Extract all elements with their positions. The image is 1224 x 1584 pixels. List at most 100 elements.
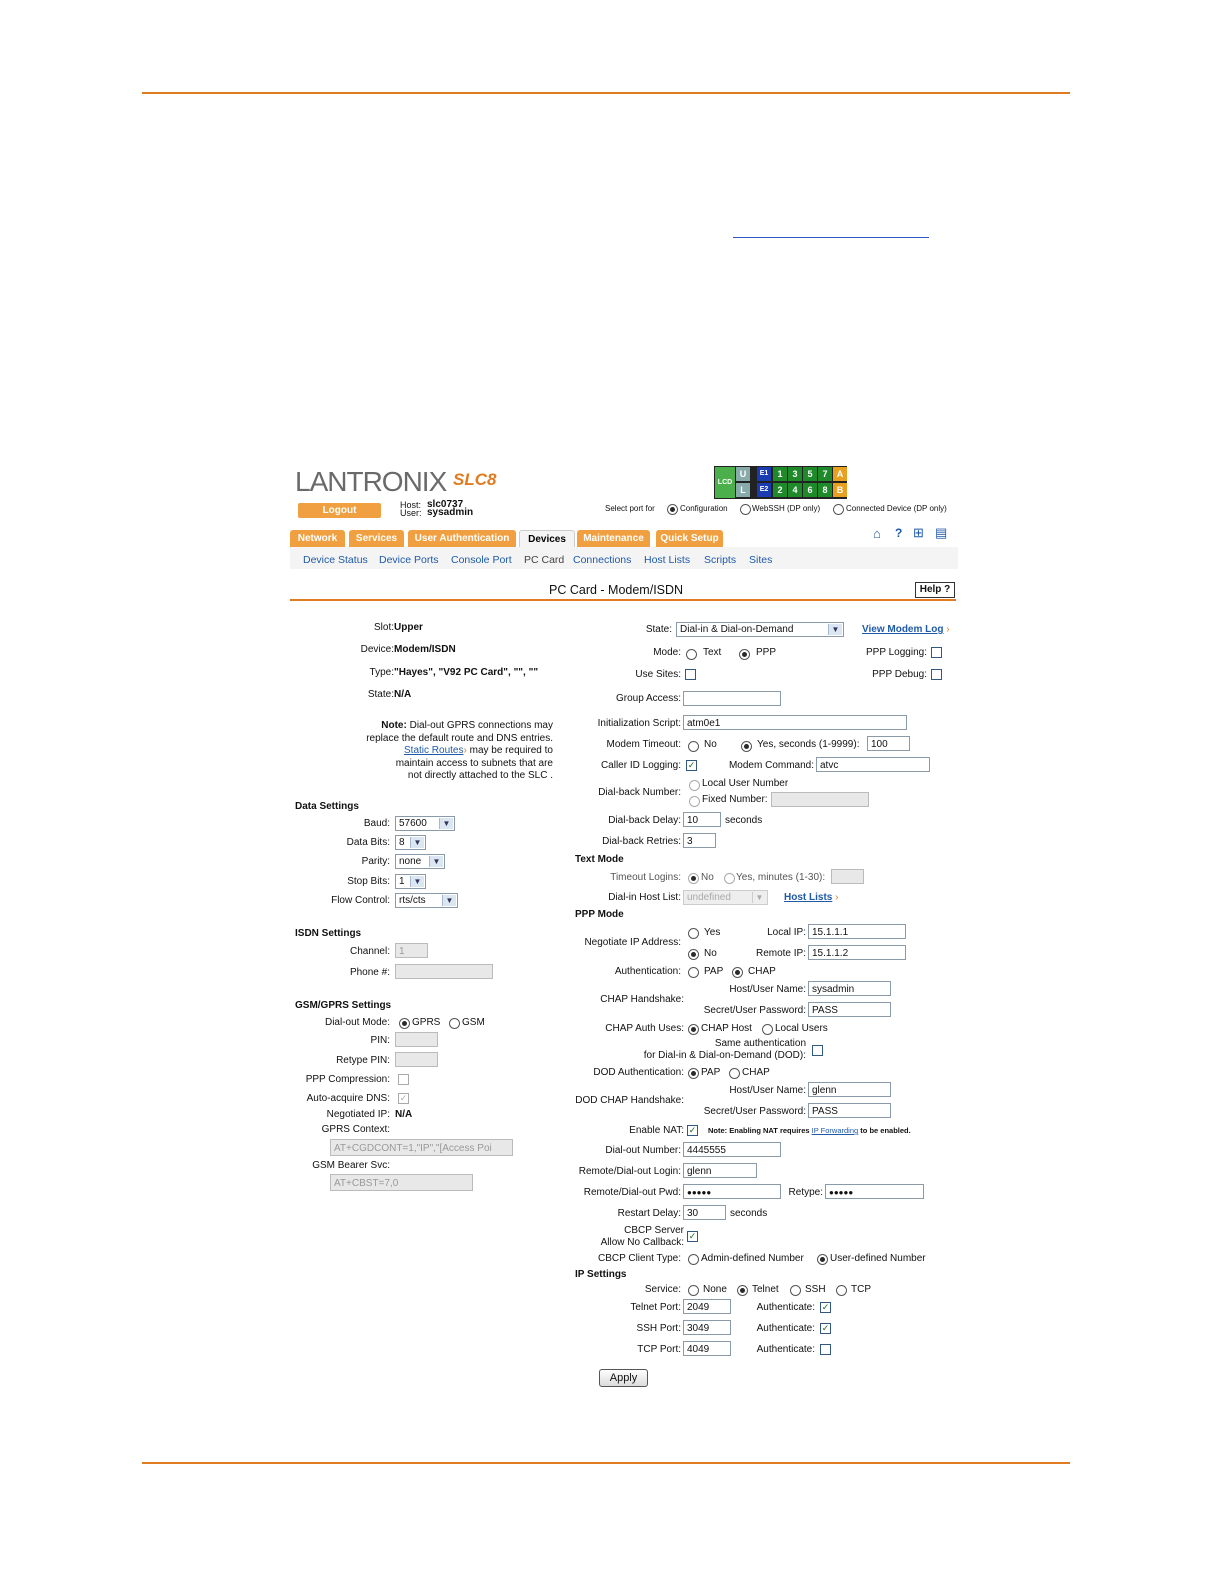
subnav-sites[interactable]: Sites [749, 554, 772, 566]
cbcp-server-checkbox[interactable]: ✓ [687, 1231, 698, 1242]
telnet-authenticate-checkbox[interactable]: ✓ [820, 1302, 831, 1313]
local-user-number-radio[interactable] [689, 780, 700, 791]
modem-timeout-no-radio[interactable] [688, 741, 699, 752]
tab-services[interactable]: Services [349, 530, 404, 547]
cbcp-user-radio[interactable] [817, 1254, 828, 1265]
modem-state-select[interactable]: Dial-in & Dial-on-Demand ▼ [676, 622, 844, 637]
dod-pap-radio[interactable] [688, 1068, 699, 1079]
dialback-retries-input[interactable]: 3 [683, 833, 716, 848]
apply-button[interactable]: Apply [599, 1369, 648, 1387]
timeout-logins-input[interactable] [831, 869, 864, 884]
remote-pwd-input[interactable]: ●●●●● [683, 1184, 781, 1199]
ssh-authenticate-checkbox[interactable]: ✓ [820, 1323, 831, 1334]
static-routes-link[interactable]: Static Routes [404, 745, 463, 756]
chap-secret-input[interactable]: PASS [808, 1002, 891, 1017]
port-option-webssh[interactable] [740, 504, 751, 515]
home-icon[interactable]: ⌂ [873, 526, 881, 541]
timeout-logins-yes-radio[interactable] [724, 873, 735, 884]
tab-network[interactable]: Network [290, 530, 345, 547]
fixed-number-input[interactable] [771, 792, 869, 807]
help-icon[interactable]: ? [895, 526, 902, 540]
cbcp-admin-radio[interactable] [688, 1254, 699, 1265]
tab-user-authentication[interactable]: User Authentication [408, 530, 516, 547]
mode-text-radio[interactable] [686, 649, 697, 660]
modem-command-input[interactable]: atvc [816, 757, 930, 772]
subnav-connections[interactable]: Connections [573, 554, 631, 566]
auto-dns-checkbox[interactable]: ✓ [398, 1093, 409, 1104]
ssh-port-input[interactable]: 3049 [683, 1320, 731, 1335]
port-option-connected-device[interactable] [833, 504, 844, 515]
group-access-input[interactable] [683, 691, 781, 706]
stop-bits-select[interactable]: 1 ▼ [395, 874, 426, 889]
help-button[interactable]: Help ? [915, 582, 955, 598]
use-sites-checkbox[interactable] [685, 669, 696, 680]
fixed-number-radio[interactable] [689, 796, 700, 807]
local-users-radio[interactable] [762, 1024, 773, 1035]
subnav-device-status[interactable]: Device Status [303, 554, 368, 566]
auth-pap-radio[interactable] [688, 967, 699, 978]
init-script-input[interactable]: atm0e1 [683, 715, 907, 730]
same-auth-checkbox[interactable] [812, 1045, 823, 1056]
remote-login-input[interactable]: glenn [683, 1163, 757, 1178]
dod-secret-input[interactable]: PASS [808, 1103, 891, 1118]
pin-input[interactable] [395, 1032, 438, 1047]
modem-timeout-yes-radio[interactable] [741, 741, 752, 752]
caller-id-checkbox[interactable]: ✓ [686, 760, 697, 771]
negotiate-ip-no-radio[interactable] [688, 949, 699, 960]
tcp-port-input[interactable]: 4049 [683, 1341, 731, 1356]
dod-host-user-input[interactable]: glenn [808, 1082, 891, 1097]
remote-ip-input[interactable]: 15.1.1.2 [808, 945, 906, 960]
retype-input[interactable]: ●●●●● [825, 1184, 924, 1199]
subnav-device-ports[interactable]: Device Ports [379, 554, 439, 566]
local-ip-input[interactable]: 15.1.1.1 [808, 924, 906, 939]
dialout-mode-gprs[interactable] [399, 1018, 410, 1029]
local-ip-label: Local IP: [767, 927, 806, 938]
dialin-host-list-select[interactable]: undefined ▼ [683, 890, 768, 905]
timeout-logins-no-radio[interactable] [688, 873, 699, 884]
dod-chap-radio[interactable] [729, 1068, 740, 1079]
gsm-bearer-input[interactable]: AT+CBST=7,0 [330, 1174, 473, 1191]
telnet-port-input[interactable]: 2049 [683, 1299, 731, 1314]
data-bits-select[interactable]: 8 ▼ [395, 835, 426, 850]
flow-control-select[interactable]: rts/cts ▼ [395, 893, 458, 908]
view-modem-log-link[interactable]: View Modem Log › [862, 624, 950, 635]
tcp-authenticate-checkbox[interactable] [820, 1344, 831, 1355]
gprs-context-input[interactable]: AT+CGDCONT=1,"IP","[Access Poi [330, 1139, 513, 1156]
subnav-console-port[interactable]: Console Port [451, 554, 512, 566]
baud-select[interactable]: 57600 ▼ [395, 816, 455, 831]
dialout-number-input[interactable]: 4445555 [683, 1142, 781, 1157]
chap-host-radio[interactable] [688, 1024, 699, 1035]
service-tcp-radio[interactable] [836, 1285, 847, 1296]
mode-ppp-radio[interactable] [739, 649, 750, 660]
channel-input[interactable]: 1 [395, 943, 428, 958]
tab-devices[interactable]: Devices [519, 530, 575, 548]
retype-pin-input[interactable] [395, 1052, 438, 1067]
auth-chap-radio[interactable] [732, 967, 743, 978]
subnav-host-lists[interactable]: Host Lists [644, 554, 690, 566]
dialback-delay-input[interactable]: 10 [683, 812, 721, 827]
ppp-compression-checkbox[interactable] [398, 1074, 409, 1085]
site-map-icon[interactable]: ⊞ [913, 525, 924, 541]
service-ssh-radio[interactable] [790, 1285, 801, 1296]
ppp-debug-checkbox[interactable] [931, 669, 942, 680]
dialout-mode-gsm[interactable] [449, 1018, 460, 1029]
negotiate-ip-yes-radio[interactable] [688, 928, 699, 939]
phone-input[interactable] [395, 964, 493, 979]
modem-timeout-input[interactable]: 100 [867, 736, 910, 751]
subnav-scripts[interactable]: Scripts [704, 554, 736, 566]
restart-delay-input[interactable]: 30 [683, 1205, 726, 1220]
ppp-logging-checkbox[interactable] [931, 647, 942, 658]
tab-quick-setup[interactable]: Quick Setup [656, 530, 723, 547]
enable-nat-checkbox[interactable]: ✓ [687, 1125, 698, 1136]
host-lists-link[interactable]: Host Lists › [784, 892, 838, 903]
log-icon[interactable]: ▤ [935, 525, 947, 541]
logout-button[interactable]: Logout [298, 503, 381, 518]
service-telnet-radio[interactable] [737, 1285, 748, 1296]
tab-maintenance[interactable]: Maintenance [577, 530, 650, 547]
parity-select[interactable]: none ▼ [395, 854, 445, 869]
ip-forwarding-link[interactable]: IP Forwarding [812, 1126, 859, 1135]
service-none-radio[interactable] [688, 1285, 699, 1296]
chap-host-user-input[interactable]: sysadmin [808, 981, 891, 996]
port-option-configuration[interactable] [667, 504, 678, 515]
subnav-pc-card[interactable]: PC Card [524, 554, 564, 566]
